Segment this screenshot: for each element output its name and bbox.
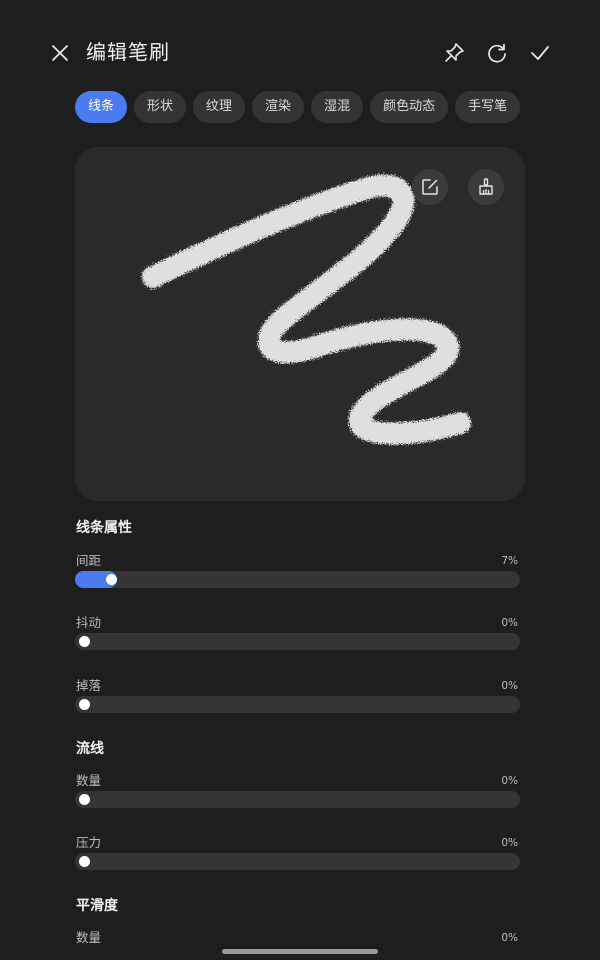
section-title-smoothing: 平滑度 bbox=[76, 898, 118, 914]
home-indicator[interactable] bbox=[222, 949, 378, 954]
tab-5[interactable]: 颜色动态 bbox=[370, 91, 449, 123]
edit-shape-button[interactable] bbox=[412, 169, 448, 205]
edit-icon bbox=[422, 179, 438, 195]
spacing-label: 间距 bbox=[76, 553, 102, 568]
jitter-label: 抖动 bbox=[76, 615, 102, 630]
pin-button[interactable] bbox=[434, 33, 474, 73]
check-icon bbox=[531, 46, 549, 60]
falloff-slider-knob[interactable] bbox=[79, 699, 90, 710]
confirm-button[interactable] bbox=[520, 33, 560, 73]
close-icon bbox=[52, 45, 68, 61]
close-button[interactable] bbox=[40, 33, 80, 73]
jitter-slider-knob[interactable] bbox=[79, 636, 90, 647]
pin-icon bbox=[445, 43, 464, 62]
tab-1[interactable]: 形状 bbox=[134, 91, 187, 123]
falloff-label: 掉落 bbox=[76, 678, 102, 693]
spacing-value: 7% bbox=[501, 555, 518, 567]
tab-2[interactable]: 纹理 bbox=[193, 91, 246, 123]
streamline-amount-slider-knob[interactable] bbox=[79, 794, 90, 805]
brush-preview bbox=[75, 147, 525, 501]
streamline-pressure-slider[interactable] bbox=[75, 853, 520, 870]
streamline-amount-value: 0% bbox=[501, 775, 518, 787]
streamline-amount-label: 数量 bbox=[76, 773, 102, 788]
falloff-slider[interactable] bbox=[75, 696, 520, 713]
brush-icon bbox=[479, 178, 493, 195]
streamline-pressure-value: 0% bbox=[501, 837, 518, 849]
section-title-line-properties: 线条属性 bbox=[76, 520, 132, 536]
spacing-slider[interactable] bbox=[75, 571, 520, 588]
brush-button[interactable] bbox=[468, 169, 504, 205]
page-title: 编辑笔刷 bbox=[86, 40, 170, 64]
tab-3[interactable]: 渲染 bbox=[252, 91, 305, 123]
streamline-pressure-slider-knob[interactable] bbox=[79, 856, 90, 867]
smoothing-amount-value: 0% bbox=[501, 932, 518, 944]
tab-bar: 线条 形状 纹理 渲染 湿混 颜色动态 手写笔 bbox=[75, 91, 523, 123]
tab-0[interactable]: 线条 bbox=[75, 91, 128, 123]
reset-icon bbox=[488, 43, 506, 63]
falloff-value: 0% bbox=[501, 680, 518, 692]
tab-6[interactable]: 手写笔 bbox=[455, 91, 521, 123]
jitter-value: 0% bbox=[501, 617, 518, 629]
streamline-pressure-label: 压力 bbox=[76, 835, 102, 850]
reset-button[interactable] bbox=[477, 33, 517, 73]
jitter-slider[interactable] bbox=[75, 633, 520, 650]
smoothing-amount-label: 数量 bbox=[76, 930, 102, 945]
streamline-amount-slider[interactable] bbox=[75, 791, 520, 808]
section-title-streamline: 流线 bbox=[76, 741, 104, 757]
brush-stroke-preview bbox=[142, 174, 471, 445]
tab-4[interactable]: 湿混 bbox=[311, 91, 364, 123]
